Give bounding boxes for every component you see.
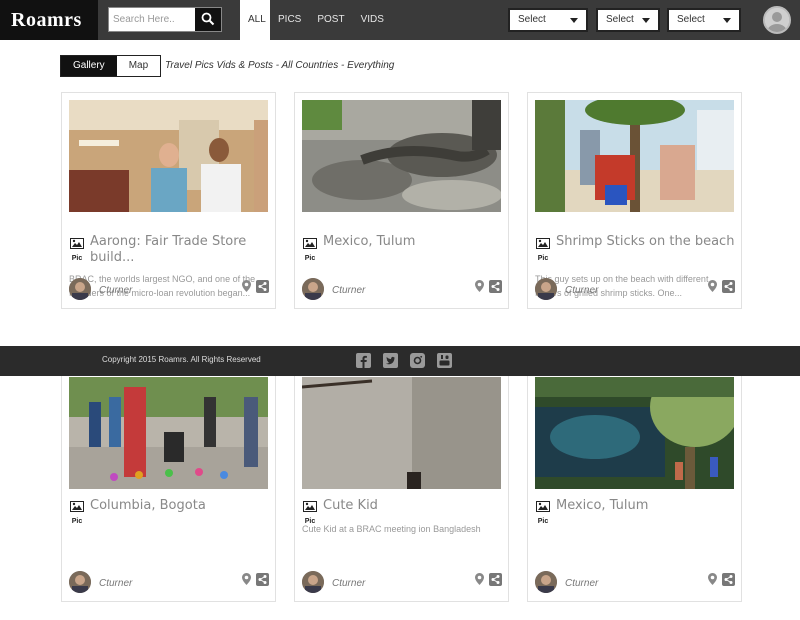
image-icon: [536, 238, 550, 249]
logo[interactable]: Roamrs: [0, 0, 98, 40]
author-avatar[interactable]: [535, 571, 557, 593]
post-type-label: Pic: [304, 255, 316, 262]
post-title[interactable]: Mexico, Tulum: [323, 234, 505, 250]
tab-post[interactable]: POST: [309, 0, 352, 40]
youtube-icon[interactable]: [437, 353, 452, 368]
post-title[interactable]: Aarong: Fair Trade Store build...: [90, 234, 272, 266]
post-type: Pic: [302, 236, 318, 262]
post-type: Pic: [69, 236, 85, 262]
gallery-button[interactable]: Gallery: [61, 56, 117, 76]
post-title[interactable]: Shrimp Sticks on the beach: [556, 234, 738, 250]
select-label: Select: [677, 14, 705, 25]
author-name[interactable]: Cturner: [565, 578, 598, 589]
author-avatar[interactable]: [69, 571, 91, 593]
share-icon[interactable]: [722, 280, 735, 298]
select-label: Select: [606, 14, 634, 25]
post-card[interactable]: Pic Columbia, Bogota Cturner: [61, 356, 276, 602]
map-pin-icon[interactable]: [242, 572, 251, 590]
post-title[interactable]: Columbia, Bogota: [90, 498, 272, 514]
post-type-label: Pic: [71, 518, 83, 525]
post-card[interactable]: Pic Aarong: Fair Trade Store build... BR…: [61, 92, 276, 309]
post-type: Pic: [69, 499, 85, 525]
post-type-label: Pic: [537, 255, 549, 262]
post-photo[interactable]: [69, 377, 268, 489]
share-icon[interactable]: [256, 280, 269, 298]
author-avatar[interactable]: [535, 278, 557, 300]
post-title[interactable]: Cute Kid: [323, 498, 505, 514]
post-photo[interactable]: [69, 100, 268, 212]
map-pin-icon[interactable]: [475, 572, 484, 590]
author-name[interactable]: Cturner: [332, 578, 365, 589]
user-silhouette-icon: [765, 8, 789, 32]
author-avatar[interactable]: [302, 571, 324, 593]
author-name[interactable]: Cturner: [99, 578, 132, 589]
tagline: Travel Pics Vids & Posts - All Countries…: [165, 60, 395, 71]
footer-bar: Copyright 2015 Roamrs. All Rights Reserv…: [0, 346, 800, 376]
map-pin-icon[interactable]: [708, 279, 717, 297]
post-photo[interactable]: [535, 100, 734, 212]
search-input[interactable]: [109, 8, 195, 31]
filter-select-3[interactable]: Select: [667, 8, 741, 32]
filter-select-2[interactable]: Select: [596, 8, 660, 32]
top-navbar: Roamrs ALL PICS POST VIDS Select Select …: [0, 0, 800, 40]
post-title[interactable]: Mexico, Tulum: [556, 498, 738, 514]
post-card[interactable]: Pic Shrimp Sticks on the beach This guy …: [527, 92, 742, 309]
image-icon: [70, 238, 84, 249]
caret-down-icon: [642, 18, 650, 23]
author-avatar[interactable]: [302, 278, 324, 300]
facebook-icon[interactable]: [356, 353, 371, 368]
image-icon: [70, 501, 84, 512]
post-card[interactable]: Pic Mexico, Tulum Cturner: [294, 92, 509, 309]
author-name[interactable]: Cturner: [565, 285, 598, 296]
map-pin-icon[interactable]: [708, 572, 717, 590]
author-avatar[interactable]: [69, 278, 91, 300]
share-icon[interactable]: [722, 573, 735, 591]
instagram-icon[interactable]: [410, 353, 425, 368]
author-name[interactable]: Cturner: [99, 285, 132, 296]
copyright-text: Copyright 2015 Roamrs. All Rights Reserv…: [102, 355, 261, 364]
post-type: Pic: [535, 236, 551, 262]
view-toggle: Gallery Map: [60, 55, 162, 77]
map-pin-icon[interactable]: [242, 279, 251, 297]
share-icon[interactable]: [256, 573, 269, 591]
post-type: Pic: [535, 499, 551, 525]
post-description: Cute Kid at a BRAC meeting ion Banglades…: [302, 524, 481, 534]
select-label: Select: [518, 14, 546, 25]
author-name[interactable]: Cturner: [332, 285, 365, 296]
map-button[interactable]: Map: [116, 56, 161, 76]
post-photo[interactable]: [535, 377, 734, 489]
map-pin-icon[interactable]: [475, 279, 484, 297]
post-photo[interactable]: [302, 100, 501, 212]
twitter-icon[interactable]: [383, 353, 398, 368]
nav-tabs: ALL PICS POST VIDS: [240, 0, 392, 40]
post-card[interactable]: Pic Cute Kid Cute Kid at a BRAC meeting …: [294, 356, 509, 602]
share-icon[interactable]: [489, 573, 502, 591]
post-photo[interactable]: [302, 377, 501, 489]
search-icon: [201, 12, 215, 26]
share-icon[interactable]: [489, 280, 502, 298]
image-icon: [536, 501, 550, 512]
filter-select-1[interactable]: Select: [508, 8, 588, 32]
post-type-label: Pic: [71, 255, 83, 262]
post-card[interactable]: Pic Mexico, Tulum Cturner: [527, 356, 742, 602]
search-button[interactable]: [195, 8, 221, 31]
search-box: [108, 7, 222, 32]
user-avatar[interactable]: [763, 6, 791, 34]
social-links: [356, 353, 452, 368]
post-type-label: Pic: [537, 518, 549, 525]
image-icon: [303, 238, 317, 249]
caret-down-icon: [570, 18, 578, 23]
tab-pics[interactable]: PICS: [270, 0, 309, 40]
tab-vids[interactable]: VIDS: [353, 0, 392, 40]
tab-all[interactable]: ALL: [240, 0, 270, 40]
caret-down-icon: [723, 18, 731, 23]
image-icon: [303, 501, 317, 512]
